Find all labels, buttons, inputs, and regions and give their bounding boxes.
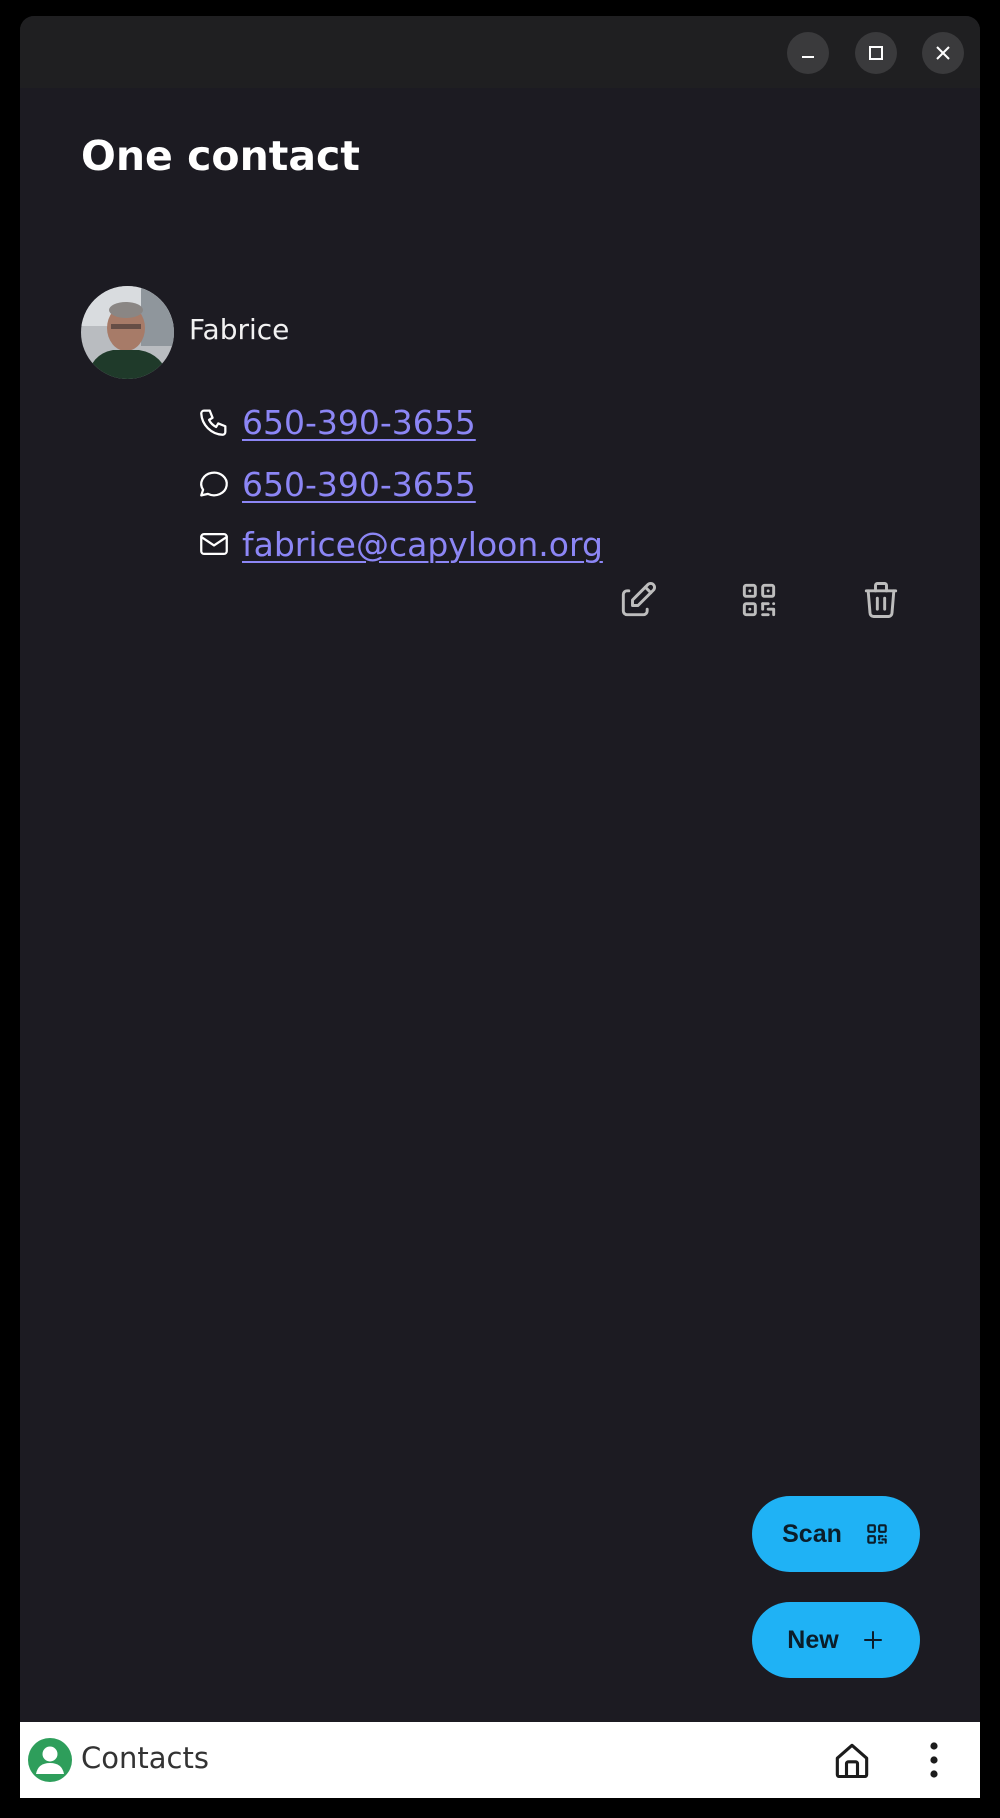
app-window: One contact Fabrice 650-390-3655 650-390… — [20, 16, 980, 1798]
email-row: fabrice@capyloon.org — [196, 526, 603, 562]
email-link[interactable]: fabrice@capyloon.org — [242, 528, 603, 561]
edit-button[interactable] — [608, 570, 668, 630]
home-button[interactable] — [826, 1734, 878, 1786]
phone-icon — [196, 404, 232, 440]
mail-icon — [196, 526, 232, 562]
delete-button[interactable] — [851, 570, 911, 630]
home-icon — [835, 1743, 869, 1779]
bottom-bar: Contacts — [20, 1722, 980, 1798]
contacts-view: One contact Fabrice 650-390-3655 650-390… — [20, 16, 980, 1678]
message-row: 650-390-3655 — [196, 466, 476, 502]
page-title: One contact — [81, 132, 360, 180]
phone-row: 650-390-3655 — [196, 404, 476, 440]
qr-code-button[interactable] — [729, 570, 789, 630]
message-icon — [196, 466, 232, 502]
more-vertical-icon — [930, 1742, 938, 1778]
contact-photo — [81, 286, 174, 379]
edit-icon — [621, 582, 656, 617]
trash-icon — [864, 582, 898, 618]
scan-label: Scan — [782, 1519, 842, 1548]
scan-button[interactable]: Scan — [752, 1496, 920, 1572]
app-label: Contacts — [81, 1741, 209, 1775]
qr-code-icon — [864, 1521, 890, 1547]
avatar[interactable] — [81, 286, 174, 379]
plus-icon — [861, 1628, 885, 1652]
new-contact-button[interactable]: New — [752, 1602, 920, 1678]
contacts-app-icon — [28, 1738, 72, 1782]
message-link[interactable]: 650-390-3655 — [242, 468, 476, 501]
phone-link[interactable]: 650-390-3655 — [242, 406, 476, 439]
qr-code-icon — [742, 583, 776, 617]
new-label: New — [787, 1625, 839, 1654]
more-menu-button[interactable] — [918, 1734, 950, 1786]
contact-name: Fabrice — [189, 313, 290, 346]
